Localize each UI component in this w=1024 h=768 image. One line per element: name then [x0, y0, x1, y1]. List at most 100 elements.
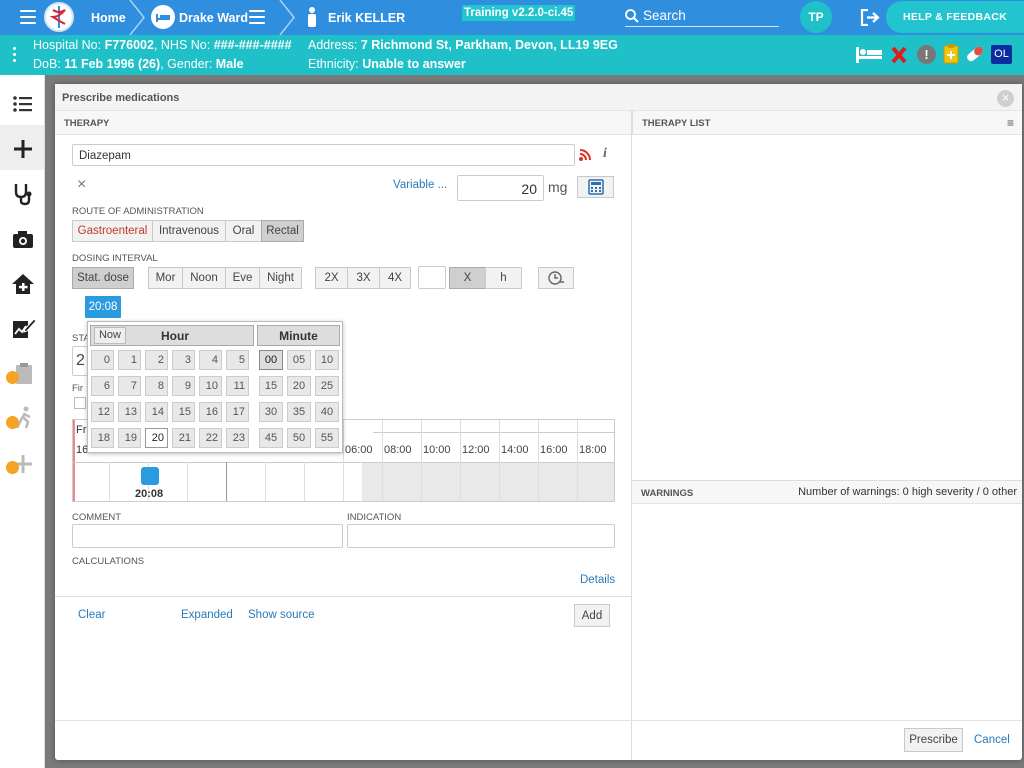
ward-menu-icon[interactable]: [249, 10, 265, 24]
calculator-button[interactable]: [577, 176, 614, 198]
route-intravenous[interactable]: Intravenous: [152, 220, 226, 242]
allergy-x-icon[interactable]: [891, 46, 907, 64]
camera-icon[interactable]: [10, 226, 36, 252]
plus-icon[interactable]: [10, 136, 36, 162]
bed-status-icon[interactable]: [856, 45, 882, 63]
wireless-warning-icon[interactable]: [578, 148, 592, 162]
clear-medication-icon[interactable]: ×: [77, 176, 86, 194]
minute-cell[interactable]: 20: [287, 376, 311, 396]
ward-link[interactable]: Drake Ward: [179, 0, 248, 35]
patient-name[interactable]: Erik KELLER: [328, 0, 405, 35]
close-icon[interactable]: ×: [997, 90, 1014, 107]
hour-cell[interactable]: 17: [226, 402, 249, 422]
expanded-link[interactable]: Expanded: [181, 609, 233, 621]
hour-cell[interactable]: 20: [145, 428, 168, 448]
hour-cell[interactable]: 1: [118, 350, 141, 370]
schedule-button[interactable]: [538, 267, 574, 289]
hours-h-button[interactable]: h: [485, 267, 522, 289]
list-icon[interactable]: [10, 91, 36, 117]
add-button[interactable]: Add: [574, 604, 610, 627]
hour-cell[interactable]: 8: [145, 376, 168, 396]
minute-cell[interactable]: 15: [259, 376, 283, 396]
first-checkbox[interactable]: [74, 397, 86, 409]
time-noon[interactable]: Noon: [182, 267, 226, 289]
hour-cell[interactable]: 5: [226, 350, 249, 370]
medication-input[interactable]: Diazepam: [72, 144, 575, 166]
minute-cell[interactable]: 40: [315, 402, 339, 422]
menu-icon[interactable]: [20, 10, 36, 24]
prescribe-button[interactable]: Prescribe: [904, 728, 963, 752]
hour-cell[interactable]: 19: [118, 428, 141, 448]
minute-cell[interactable]: 25: [315, 376, 339, 396]
cancel-link[interactable]: Cancel: [974, 734, 1010, 746]
search-icon: [625, 8, 639, 23]
hour-cell[interactable]: 6: [91, 376, 114, 396]
hour-cell[interactable]: 15: [172, 402, 195, 422]
stat-dose-button[interactable]: Stat. dose: [72, 267, 134, 289]
search-box[interactable]: Search: [625, 5, 779, 27]
hour-cell[interactable]: 14: [145, 402, 168, 422]
alert-icon[interactable]: !: [917, 45, 936, 64]
home-plus-icon[interactable]: [10, 271, 36, 297]
info-icon[interactable]: i: [603, 146, 607, 162]
indication-input[interactable]: [347, 524, 615, 548]
hour-cell[interactable]: 0: [91, 350, 114, 370]
clear-link[interactable]: Clear: [78, 609, 105, 621]
variable-dose-link[interactable]: Variable ...: [393, 179, 447, 191]
home-link[interactable]: Home: [91, 0, 126, 35]
hour-cell[interactable]: 4: [199, 350, 222, 370]
route-rectal[interactable]: Rectal: [261, 220, 304, 242]
details-link[interactable]: Details: [580, 574, 615, 586]
app-logo[interactable]: [44, 2, 74, 32]
hour-cell[interactable]: 18: [91, 428, 114, 448]
clipboard-icon[interactable]: [943, 43, 959, 64]
comment-input[interactable]: [72, 524, 343, 548]
search-placeholder: Search: [643, 8, 686, 23]
freq-4x[interactable]: 4X: [379, 267, 411, 289]
hour-cell[interactable]: 23: [226, 428, 249, 448]
hour-cell[interactable]: 13: [118, 402, 141, 422]
time-night[interactable]: Night: [259, 267, 302, 289]
stethoscope-icon[interactable]: [10, 181, 36, 207]
ol-badge[interactable]: OL: [991, 45, 1012, 64]
minute-cell[interactable]: 35: [287, 402, 311, 422]
minute-cell[interactable]: 30: [259, 402, 283, 422]
dose-marker[interactable]: [141, 467, 159, 485]
hour-cell[interactable]: 12: [91, 402, 114, 422]
help-feedback-button[interactable]: HELP & FEEDBACK: [886, 1, 1024, 33]
user-avatar[interactable]: TP: [800, 1, 832, 33]
dose-input[interactable]: 20: [457, 175, 544, 201]
minute-cell[interactable]: 00: [259, 350, 283, 370]
timeline-tick: 12:00: [462, 444, 490, 456]
freq-3x[interactable]: 3X: [347, 267, 380, 289]
minute-cell[interactable]: 50: [287, 428, 311, 448]
hour-cell[interactable]: 3: [172, 350, 195, 370]
times-x-button[interactable]: X: [449, 267, 486, 289]
time-eve[interactable]: Eve: [225, 267, 260, 289]
therapy-list-menu-icon[interactable]: ≡: [1007, 116, 1014, 130]
minute-cell[interactable]: 55: [315, 428, 339, 448]
pill-icon[interactable]: [964, 45, 986, 63]
hour-cell[interactable]: 7: [118, 376, 141, 396]
edit-chart-icon[interactable]: [10, 315, 36, 341]
hour-cell[interactable]: 21: [172, 428, 195, 448]
route-oral[interactable]: Oral: [225, 220, 262, 242]
minute-cell[interactable]: 45: [259, 428, 283, 448]
hour-cell[interactable]: 22: [199, 428, 222, 448]
minute-cell[interactable]: 05: [287, 350, 311, 370]
minute-cell[interactable]: 10: [315, 350, 339, 370]
more-vertical-icon[interactable]: [13, 47, 17, 62]
hour-cell[interactable]: 10: [199, 376, 222, 396]
custom-frequency-input[interactable]: [418, 266, 446, 289]
time-mor[interactable]: Mor: [148, 267, 183, 289]
hour-cell[interactable]: 16: [199, 402, 222, 422]
hour-cell[interactable]: 2: [145, 350, 168, 370]
now-button[interactable]: Now: [94, 327, 126, 344]
logout-icon[interactable]: [860, 9, 880, 26]
show-source-link[interactable]: Show source: [248, 609, 314, 621]
timeline-tick: 14:00: [501, 444, 529, 456]
hour-cell[interactable]: 9: [172, 376, 195, 396]
route-gastroenteral[interactable]: Gastroenteral: [72, 220, 153, 242]
hour-cell[interactable]: 11: [226, 376, 249, 396]
freq-2x[interactable]: 2X: [315, 267, 348, 289]
